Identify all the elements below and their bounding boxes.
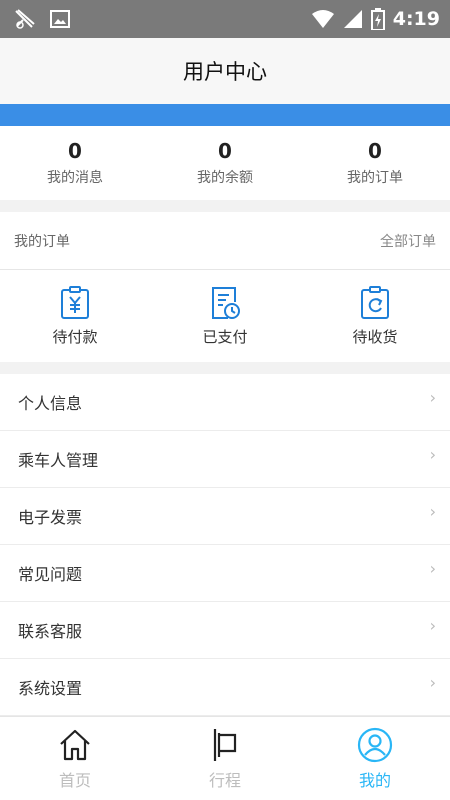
menu-item-customer-service[interactable]: 联系客服 › xyxy=(0,602,450,659)
chevron-right-icon: › xyxy=(429,387,436,407)
document-clock-icon xyxy=(212,286,240,319)
order-status-list: 待付款 已支付 待收货 xyxy=(0,270,450,362)
menu-item-label: 乘车人管理 xyxy=(18,451,99,470)
tab-label: 首页 xyxy=(58,770,91,790)
header-banner xyxy=(0,104,450,126)
chevron-right-icon: › xyxy=(429,501,436,521)
tab-trips[interactable]: 行程 xyxy=(150,717,300,800)
order-label: 待付款 xyxy=(52,327,98,346)
menu-item-label: 电子发票 xyxy=(18,508,83,527)
order-pending-receipt[interactable]: 待收货 xyxy=(300,270,450,362)
order-label: 待收货 xyxy=(352,327,398,346)
settings-menu: 个人信息 › 乘车人管理 › 电子发票 › 常见问题 › 联系客服 › 系统设置… xyxy=(0,374,450,716)
status-time: 4:19 xyxy=(392,8,440,30)
order-pending-payment[interactable]: 待付款 xyxy=(0,270,150,362)
menu-item-label: 联系客服 xyxy=(18,622,83,641)
menu-item-passenger-management[interactable]: 乘车人管理 › xyxy=(0,431,450,488)
app-header: 用户中心 xyxy=(0,38,450,104)
tab-home[interactable]: 首页 xyxy=(0,717,150,800)
chevron-right-icon: › xyxy=(429,615,436,635)
stats-bar: 0 我的消息 0 我的余额 0 我的订单 xyxy=(0,126,450,200)
stat-messages[interactable]: 0 我的消息 xyxy=(0,126,150,200)
chevron-right-icon: › xyxy=(429,558,436,578)
signal-icon xyxy=(343,10,362,28)
home-icon xyxy=(60,729,90,760)
stat-value: 0 xyxy=(218,139,232,163)
orders-section: 我的订单 全部订单 待付款 已支付 待收货 xyxy=(0,212,450,362)
stat-label: 我的消息 xyxy=(47,170,103,186)
status-right: 4:19 xyxy=(311,8,440,30)
chevron-right-icon: › xyxy=(429,672,436,692)
menu-item-system-settings[interactable]: 系统设置 › xyxy=(0,659,450,716)
yuan-clipboard-icon xyxy=(61,285,89,319)
all-orders-link[interactable]: 全部订单 xyxy=(380,231,436,251)
tab-label: 我的 xyxy=(358,770,391,790)
menu-item-label: 系统设置 xyxy=(18,679,83,698)
order-label: 已支付 xyxy=(202,327,248,346)
menu-item-label: 常见问题 xyxy=(18,565,83,584)
stat-orders[interactable]: 0 我的订单 xyxy=(300,126,450,200)
clipboard-refresh-icon xyxy=(361,285,389,319)
stat-balance[interactable]: 0 我的余额 xyxy=(150,126,300,200)
menu-item-e-invoice[interactable]: 电子发票 › xyxy=(0,488,450,545)
tab-mine[interactable]: 我的 xyxy=(300,717,450,800)
stat-value: 0 xyxy=(368,139,382,163)
page-title: 用户中心 xyxy=(183,60,267,84)
order-paid[interactable]: 已支付 xyxy=(150,270,300,362)
tab-label: 行程 xyxy=(208,770,241,790)
image-icon xyxy=(50,10,70,28)
notification-bird-icon xyxy=(15,9,35,29)
battery-icon xyxy=(370,8,385,30)
flag-icon xyxy=(213,728,237,761)
stat-label: 我的订单 xyxy=(347,170,403,186)
orders-header: 我的订单 全部订单 xyxy=(0,212,450,270)
user-icon xyxy=(357,727,393,762)
wifi-icon xyxy=(311,10,334,28)
orders-title: 我的订单 xyxy=(14,233,70,250)
menu-item-personal-info[interactable]: 个人信息 › xyxy=(0,374,450,431)
status-bar: 4:19 xyxy=(0,0,450,38)
stat-value: 0 xyxy=(68,139,82,163)
stat-label: 我的余额 xyxy=(197,170,253,186)
bottom-tab-bar: 首页 行程 我的 xyxy=(0,716,450,800)
status-left xyxy=(14,8,70,30)
menu-item-faq[interactable]: 常见问题 › xyxy=(0,545,450,602)
chevron-right-icon: › xyxy=(429,444,436,464)
menu-item-label: 个人信息 xyxy=(18,394,83,413)
